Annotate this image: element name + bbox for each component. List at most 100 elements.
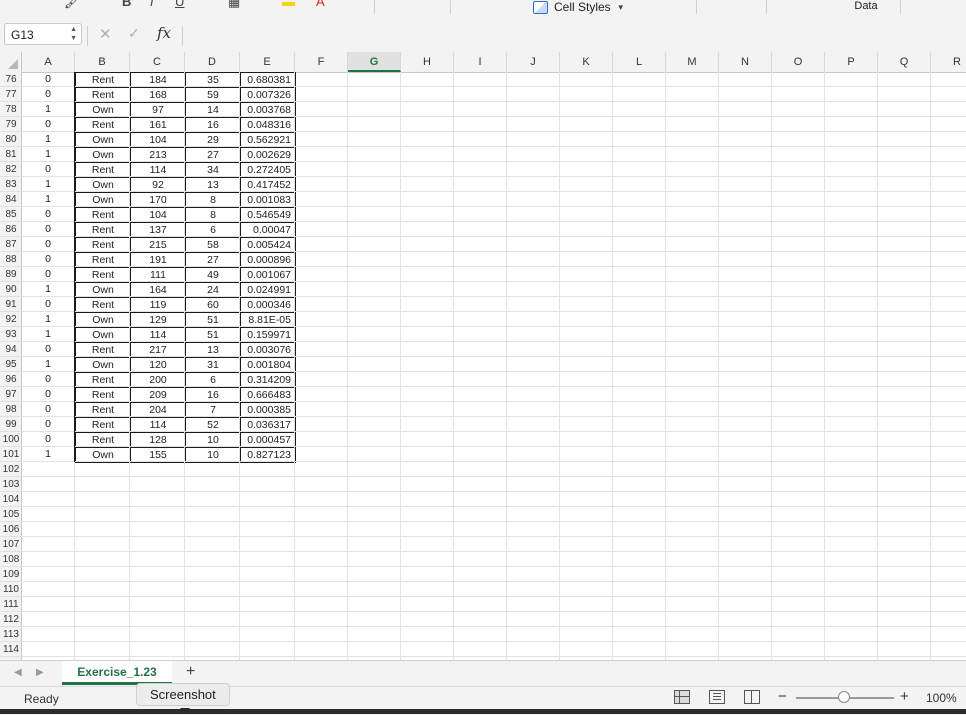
page-layout-view-button[interactable]: [709, 690, 725, 704]
row-header[interactable]: 106: [0, 522, 22, 537]
cell-a[interactable]: 1: [22, 327, 75, 342]
row-header[interactable]: 85: [0, 207, 22, 222]
row-header[interactable]: 97: [0, 387, 22, 402]
row-header[interactable]: 112: [0, 612, 22, 627]
row-header[interactable]: 91: [0, 297, 22, 312]
column-header-l[interactable]: L: [613, 52, 666, 72]
row-header[interactable]: 89: [0, 267, 22, 282]
row-header[interactable]: 96: [0, 372, 22, 387]
row-header[interactable]: 103: [0, 477, 22, 492]
row-header[interactable]: 105: [0, 507, 22, 522]
cell-a[interactable]: 1: [22, 102, 75, 117]
row-header[interactable]: 80: [0, 132, 22, 147]
row-header[interactable]: 77: [0, 87, 22, 102]
underline-icon[interactable]: U: [175, 0, 184, 9]
cell-a[interactable]: 0: [22, 342, 75, 357]
zoom-slider-thumb[interactable]: [838, 691, 850, 703]
cell-a[interactable]: 0: [22, 267, 75, 282]
row-header[interactable]: 84: [0, 192, 22, 207]
cell-a[interactable]: 0: [22, 207, 75, 222]
column-header-g[interactable]: G: [348, 52, 401, 72]
formula-input[interactable]: [186, 26, 960, 48]
column-header-m[interactable]: M: [666, 52, 719, 72]
column-header-q[interactable]: Q: [878, 52, 931, 72]
cell-a[interactable]: 1: [22, 132, 75, 147]
column-header-p[interactable]: P: [825, 52, 878, 72]
column-header-k[interactable]: K: [560, 52, 613, 72]
row-header[interactable]: 83: [0, 177, 22, 192]
cell-a[interactable]: 0: [22, 237, 75, 252]
fill-color-icon[interactable]: ▬: [282, 0, 295, 9]
bold-icon[interactable]: B: [122, 0, 131, 9]
name-box-stepper-icon[interactable]: ▲ ▼: [70, 25, 77, 43]
column-header-b[interactable]: B: [75, 52, 130, 72]
page-break-view-button[interactable]: [744, 690, 760, 704]
row-header[interactable]: 99: [0, 417, 22, 432]
select-all-button[interactable]: [0, 52, 22, 72]
row-header[interactable]: 86: [0, 222, 22, 237]
enter-check-icon[interactable]: ✓: [128, 25, 140, 42]
cell-a[interactable]: 1: [22, 147, 75, 162]
scroll-tabs-left-icon[interactable]: ◀: [14, 667, 22, 678]
cell-a[interactable]: 0: [22, 387, 75, 402]
row-header[interactable]: 113: [0, 627, 22, 642]
row-header[interactable]: 114: [0, 642, 22, 657]
column-header-c[interactable]: C: [130, 52, 185, 72]
italic-icon[interactable]: I: [150, 0, 154, 9]
row-header[interactable]: 87: [0, 237, 22, 252]
row-header[interactable]: 94: [0, 342, 22, 357]
column-header-e[interactable]: E: [240, 52, 295, 72]
row-header[interactable]: 88: [0, 252, 22, 267]
cell-a[interactable]: 0: [22, 432, 75, 447]
font-color-icon[interactable]: A: [316, 0, 325, 9]
column-header-d[interactable]: D: [185, 52, 240, 72]
format-painter-icon[interactable]: 🖌: [64, 0, 81, 10]
row-header[interactable]: 81: [0, 147, 22, 162]
row-header[interactable]: 78: [0, 102, 22, 117]
add-sheet-button[interactable]: +: [186, 663, 195, 681]
column-header-f[interactable]: F: [295, 52, 348, 72]
cell-a[interactable]: 1: [22, 312, 75, 327]
cancel-icon[interactable]: ✕: [99, 25, 112, 43]
scroll-tabs-right-icon[interactable]: ▶: [36, 667, 44, 678]
column-header-i[interactable]: I: [454, 52, 507, 72]
data-button[interactable]: Data: [838, 0, 894, 12]
cell-area[interactable]: Rent 184 35 0.680381 Rent 168 59 0.007326 Own 97 1…: [22, 72, 966, 660]
row-header[interactable]: 110: [0, 582, 22, 597]
column-header-n[interactable]: N: [719, 52, 772, 72]
row-header[interactable]: 101: [0, 447, 22, 462]
row-header[interactable]: 104: [0, 492, 22, 507]
row-header[interactable]: 76: [0, 72, 22, 87]
row-header[interactable]: 79: [0, 117, 22, 132]
column-header-j[interactable]: J: [507, 52, 560, 72]
cell-a[interactable]: 0: [22, 297, 75, 312]
row-header[interactable]: 82: [0, 162, 22, 177]
cell-a[interactable]: 0: [22, 87, 75, 102]
cell-a[interactable]: 0: [22, 402, 75, 417]
cell-a[interactable]: 0: [22, 117, 75, 132]
worksheet-grid[interactable]: ABCDEFGHIJKLMNOPQR 76 77 78 79 80 81 82 83 84 85 8…: [0, 52, 966, 660]
row-header[interactable]: 100: [0, 432, 22, 447]
cell-a[interactable]: 0: [22, 222, 75, 237]
cell-styles-button[interactable]: Cell Styles ▼: [533, 0, 625, 15]
column-header-o[interactable]: O: [772, 52, 825, 72]
zoom-in-button[interactable]: +: [900, 688, 909, 705]
cell-a[interactable]: 0: [22, 72, 75, 87]
row-header[interactable]: 109: [0, 567, 22, 582]
cell-a[interactable]: 1: [22, 192, 75, 207]
cell-a[interactable]: 0: [22, 372, 75, 387]
zoom-level[interactable]: 100%: [926, 691, 957, 705]
borders-icon[interactable]: ▦: [228, 0, 240, 10]
insert-function-icon[interactable]: fx: [157, 24, 171, 42]
cell-a[interactable]: 0: [22, 417, 75, 432]
cell-a[interactable]: 1: [22, 282, 75, 297]
cell-a[interactable]: 1: [22, 447, 75, 462]
row-header[interactable]: 95: [0, 357, 22, 372]
row-header[interactable]: 111: [0, 597, 22, 612]
cell-a[interactable]: 0: [22, 162, 75, 177]
row-header[interactable]: 102: [0, 462, 22, 477]
cell-a[interactable]: 1: [22, 177, 75, 192]
row-header[interactable]: 98: [0, 402, 22, 417]
column-header-a[interactable]: A: [22, 52, 75, 72]
normal-view-button[interactable]: [674, 690, 690, 704]
